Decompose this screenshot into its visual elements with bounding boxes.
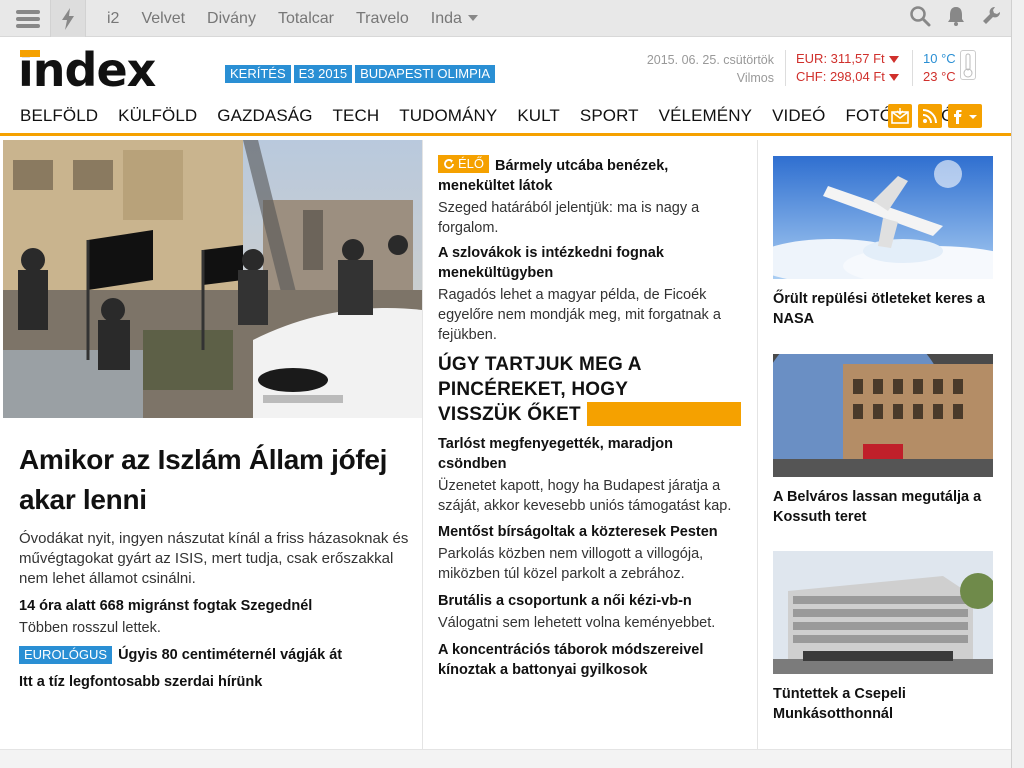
temp-low: 10 °C xyxy=(923,51,956,66)
featured-headline[interactable]: ÚGY TARTJUK MEG A BALATONI PINCÉREKET, H… xyxy=(435,352,741,426)
nav-icons xyxy=(888,104,982,128)
eur-rate: EUR: 311,57 Ft xyxy=(796,51,885,66)
card-image[interactable] xyxy=(773,551,993,674)
portal-link-i2[interactable]: i2 xyxy=(107,10,119,28)
nav-tudomany[interactable]: TUDOMÁNY xyxy=(399,106,497,126)
card-headline[interactable]: A Belváros lassan megutálja a Kossuth te… xyxy=(773,487,993,527)
rss-icon[interactable] xyxy=(918,104,942,128)
weather[interactable]: 10 °C 23 °C xyxy=(912,50,956,86)
menu-icon[interactable] xyxy=(10,0,46,37)
bell-icon[interactable] xyxy=(945,5,967,32)
article-headline[interactable]: A szlovákok is intézkedni fognak menekül… xyxy=(438,243,743,283)
column-divider xyxy=(757,140,758,750)
mail-icon[interactable] xyxy=(888,104,912,128)
refresh-icon xyxy=(444,159,454,169)
wrench-icon[interactable] xyxy=(981,5,1003,32)
article-item: Itt a tíz legfontosabb szerdai hírünk xyxy=(19,672,414,692)
article-headline[interactable]: Itt a tíz legfontosabb szerdai hírünk xyxy=(19,672,414,692)
logo-accent xyxy=(20,50,40,57)
nav-foto[interactable]: FOTÓ xyxy=(845,106,893,126)
portal-link-travelo[interactable]: Travelo xyxy=(356,10,409,28)
article-headline[interactable]: Úgyis 80 centiméternél vágják át xyxy=(118,647,342,663)
nameday: Vilmos xyxy=(736,71,774,85)
nav-video[interactable]: VIDEÓ xyxy=(772,106,825,126)
lead-summary: Óvodákat nyit, ingyen nászutat kínál a f… xyxy=(19,530,409,587)
article-summary: Üzenetet kapott, hogy ha Budapest járatj… xyxy=(438,478,732,514)
down-arrow-icon xyxy=(888,56,899,63)
current-date: 2015. 06. 25. csütörtök xyxy=(646,53,774,67)
article-headline[interactable]: A koncentrációs táborok módszereivel kín… xyxy=(438,640,743,680)
article-headline[interactable]: Tarlóst megfenyegették, maradjon csöndbe… xyxy=(438,434,743,474)
nav-velemeny[interactable]: VÉLEMÉNY xyxy=(659,106,752,126)
chf-rate: CHF: 298,04 Ft xyxy=(796,69,885,84)
temp-high: 23 °C xyxy=(923,69,956,84)
portal-links: i2 Velvet Divány Totalcar Travelo Inda xyxy=(96,0,489,37)
featured-line: VISSZÜK ŐKET xyxy=(435,402,587,426)
date-block: 2015. 06. 25. csütörtök Vilmos xyxy=(610,51,774,87)
tag-budapesti-olimpia[interactable]: BUDAPESTI OLIMPIA xyxy=(355,65,496,83)
tag-kerites[interactable]: KERÍTÉS xyxy=(225,65,291,83)
main-nav: BELFÖLD KÜLFÖLD GAZDASÁG TECH TUDOMÁNY K… xyxy=(0,100,1011,136)
card-headline[interactable]: Tüntettek a Csepeli Munkásotthonnál xyxy=(773,684,993,724)
chevron-down-icon xyxy=(467,15,478,22)
vertical-scrollbar[interactable] xyxy=(1011,0,1024,768)
article-headline[interactable]: 14 óra alatt 668 migránst fogtak Szegedn… xyxy=(19,596,414,616)
article-item: A szlovákok is intézkedni fognak menekül… xyxy=(438,243,743,345)
portal-link-inda-label: Inda xyxy=(430,9,462,27)
nav-sport[interactable]: SPORT xyxy=(580,106,639,126)
featured-line: PINCÉREKET, HOGY AUSZTRIÁBA xyxy=(435,377,741,425)
portal-link-totalcar[interactable]: Totalcar xyxy=(278,10,334,28)
column-divider xyxy=(422,140,423,750)
nav-gazdasag[interactable]: GAZDASÁG xyxy=(217,106,312,126)
thermometer-icon xyxy=(960,50,976,80)
top-bar: i2 Velvet Divány Totalcar Travelo Inda xyxy=(0,0,1011,37)
exchange-rates[interactable]: EUR: 311,57 Ft CHF: 298,04 Ft xyxy=(785,50,899,86)
card-headline[interactable]: Őrült repülési ötleteket keres a NASA xyxy=(773,289,993,329)
article-summary: Válogatni sem lehetett volna keményebbet… xyxy=(438,615,716,631)
article-summary: Ragadós lehet a magyar példa, de Ficoék … xyxy=(438,287,721,343)
live-badge[interactable]: ÉLŐ xyxy=(438,155,490,173)
lead-article-image[interactable] xyxy=(3,140,422,418)
featured-line: ÚGY TARTJUK MEG A BALATONI xyxy=(435,352,741,400)
side-card[interactable]: A Belváros lassan megutálja a Kossuth te… xyxy=(773,354,993,527)
article-item: EUROLÓGUS Úgyis 80 centiméternél vágják á… xyxy=(19,645,414,665)
topic-tags: KERÍTÉS E3 2015 BUDAPESTI OLIMPIA xyxy=(225,65,496,83)
article-item: 14 óra alatt 668 migránst fogtak Szegedn… xyxy=(19,596,414,638)
article-item: Brutális a csoportunk a női kézi-vb-n Vá… xyxy=(438,591,743,633)
article-summary: Szeged határából jelentjük: ma is nagy a… xyxy=(438,200,700,236)
article-item: Tarlóst megfenyegették, maradjon csöndbe… xyxy=(438,434,743,516)
portal-link-velvet[interactable]: Velvet xyxy=(141,10,185,28)
search-icon[interactable] xyxy=(909,5,931,32)
down-arrow-icon xyxy=(888,74,899,81)
article-item: A koncentrációs táborok módszereivel kín… xyxy=(438,640,743,680)
live-label: ÉLŐ xyxy=(458,156,485,171)
portal-dropdown-inda[interactable]: Inda xyxy=(431,10,478,28)
facebook-icon[interactable] xyxy=(948,104,982,128)
article-summary: Többen rosszul lettek. xyxy=(19,620,161,636)
lead-headline[interactable]: Amikor az Iszlám Állam jófej akar lenni xyxy=(19,440,414,520)
page-footer-strip xyxy=(0,749,1011,768)
card-image[interactable] xyxy=(773,156,993,279)
bolt-icon[interactable] xyxy=(50,0,86,37)
article-headline[interactable]: Brutális a csoportunk a női kézi-vb-n xyxy=(438,591,743,611)
portal-link-divany[interactable]: Divány xyxy=(207,10,256,28)
nav-kult[interactable]: KULT xyxy=(517,106,560,126)
side-card[interactable]: Tüntettek a Csepeli Munkásotthonnál xyxy=(773,551,993,724)
article-item: ÉLŐ Bármely utcába benézek, menekültet l… xyxy=(438,155,743,238)
card-image[interactable] xyxy=(773,354,993,477)
article-headline[interactable]: Mentőst bírságoltak a közteresek Pesten xyxy=(438,522,743,542)
top-tools xyxy=(909,0,1003,37)
article-item: Mentőst bírságoltak a közteresek Pesten … xyxy=(438,522,743,584)
tag-e3-2015[interactable]: E3 2015 xyxy=(293,65,353,83)
nav-kulfold[interactable]: KÜLFÖLD xyxy=(118,106,197,126)
nav-belfold[interactable]: BELFÖLD xyxy=(20,106,98,126)
section-badge[interactable]: EUROLÓGUS xyxy=(19,646,113,664)
side-card[interactable]: Őrült repülési ötleteket keres a NASA xyxy=(773,156,993,329)
article-summary: Parkolás közben nem villogott a villogój… xyxy=(438,546,704,582)
nav-tech[interactable]: TECH xyxy=(333,106,380,126)
